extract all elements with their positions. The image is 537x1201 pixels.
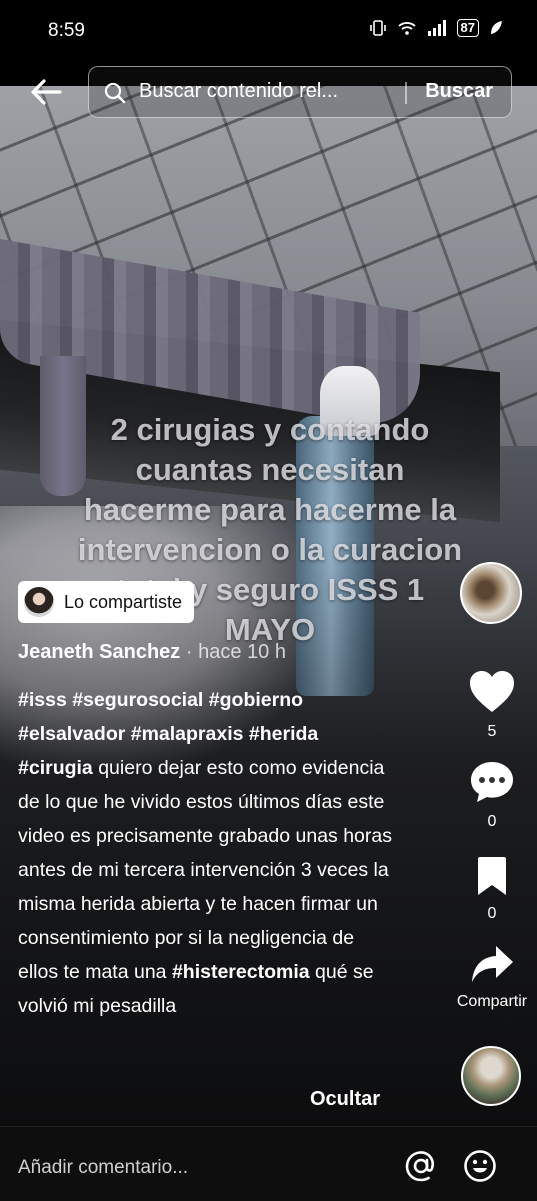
author-separator: · — [185, 641, 193, 663]
search-button[interactable]: Buscar — [425, 80, 493, 103]
like-count: 5 — [487, 723, 497, 740]
search-divider — [405, 82, 407, 104]
leaf-icon — [491, 21, 502, 34]
vibrate-icon — [369, 20, 386, 36]
search-input[interactable]: Buscar contenido rel... Buscar — [88, 66, 512, 118]
bookmark-icon — [478, 857, 506, 895]
status-bar: 8:59 87 — [0, 0, 537, 62]
hashtag-group[interactable]: #isss #segurosocial #gobierno — [18, 689, 303, 711]
video-description: #isss #segurosocial #gobierno #elsalvado… — [18, 683, 394, 1023]
author-line[interactable]: Jeaneth Sanchez · hace 10 h — [18, 641, 286, 664]
overlay-line: 2 cirugias y contando — [110, 412, 430, 447]
comment-bar: Añadir comentario... — [0, 1126, 537, 1201]
share-arrow-icon — [472, 946, 513, 982]
search-icon — [104, 82, 126, 104]
wifi-icon — [397, 22, 416, 35]
post-time: hace 10 h — [198, 641, 286, 663]
status-icons: 87 — [369, 19, 503, 37]
hashtag[interactable]: #histerectomia — [172, 961, 310, 983]
description-text: quiero dejar esto como evidencia de lo q… — [18, 757, 392, 983]
status-time: 8:59 — [48, 20, 85, 41]
signal-icon — [427, 20, 446, 36]
search-query: Buscar contenido rel... — [139, 80, 338, 102]
share-button[interactable]: Compartir — [442, 944, 537, 1011]
hashtag[interactable]: #cirugia — [18, 757, 93, 779]
comment-button[interactable]: 0 — [447, 760, 537, 831]
hide-description-button[interactable]: Ocultar — [310, 1088, 380, 1111]
shared-chip[interactable]: Lo compartiste — [18, 581, 195, 623]
user-avatar — [24, 587, 54, 617]
battery-icon: 87 — [456, 19, 479, 37]
shared-label: Lo compartiste — [64, 591, 183, 612]
save-count: 0 — [487, 905, 497, 922]
overlay-line: cuantas necesitan — [135, 452, 405, 487]
like-button[interactable]: 5 — [447, 670, 537, 741]
overlay-line: intervencion o la curacion — [77, 532, 463, 567]
at-mention-icon[interactable] — [404, 1149, 438, 1183]
author-name[interactable]: Jeaneth Sanchez — [18, 641, 180, 663]
emoji-icon[interactable] — [463, 1149, 497, 1183]
share-label: Compartir — [456, 993, 528, 1010]
overlay-line: hacerme para hacerme la — [83, 492, 457, 527]
comment-input[interactable]: Añadir comentario... — [18, 1157, 188, 1179]
heart-icon — [470, 671, 514, 712]
arrow-left-icon — [31, 79, 62, 105]
save-button[interactable]: 0 — [447, 856, 537, 923]
sound-avatar[interactable] — [461, 1046, 521, 1106]
back-button[interactable] — [26, 72, 66, 112]
hashtag-group[interactable]: #elsalvador #malapraxis #herida — [18, 723, 318, 745]
comment-count: 0 — [487, 813, 497, 830]
creator-avatar[interactable] — [460, 562, 522, 624]
comment-bubble-icon — [471, 762, 513, 802]
